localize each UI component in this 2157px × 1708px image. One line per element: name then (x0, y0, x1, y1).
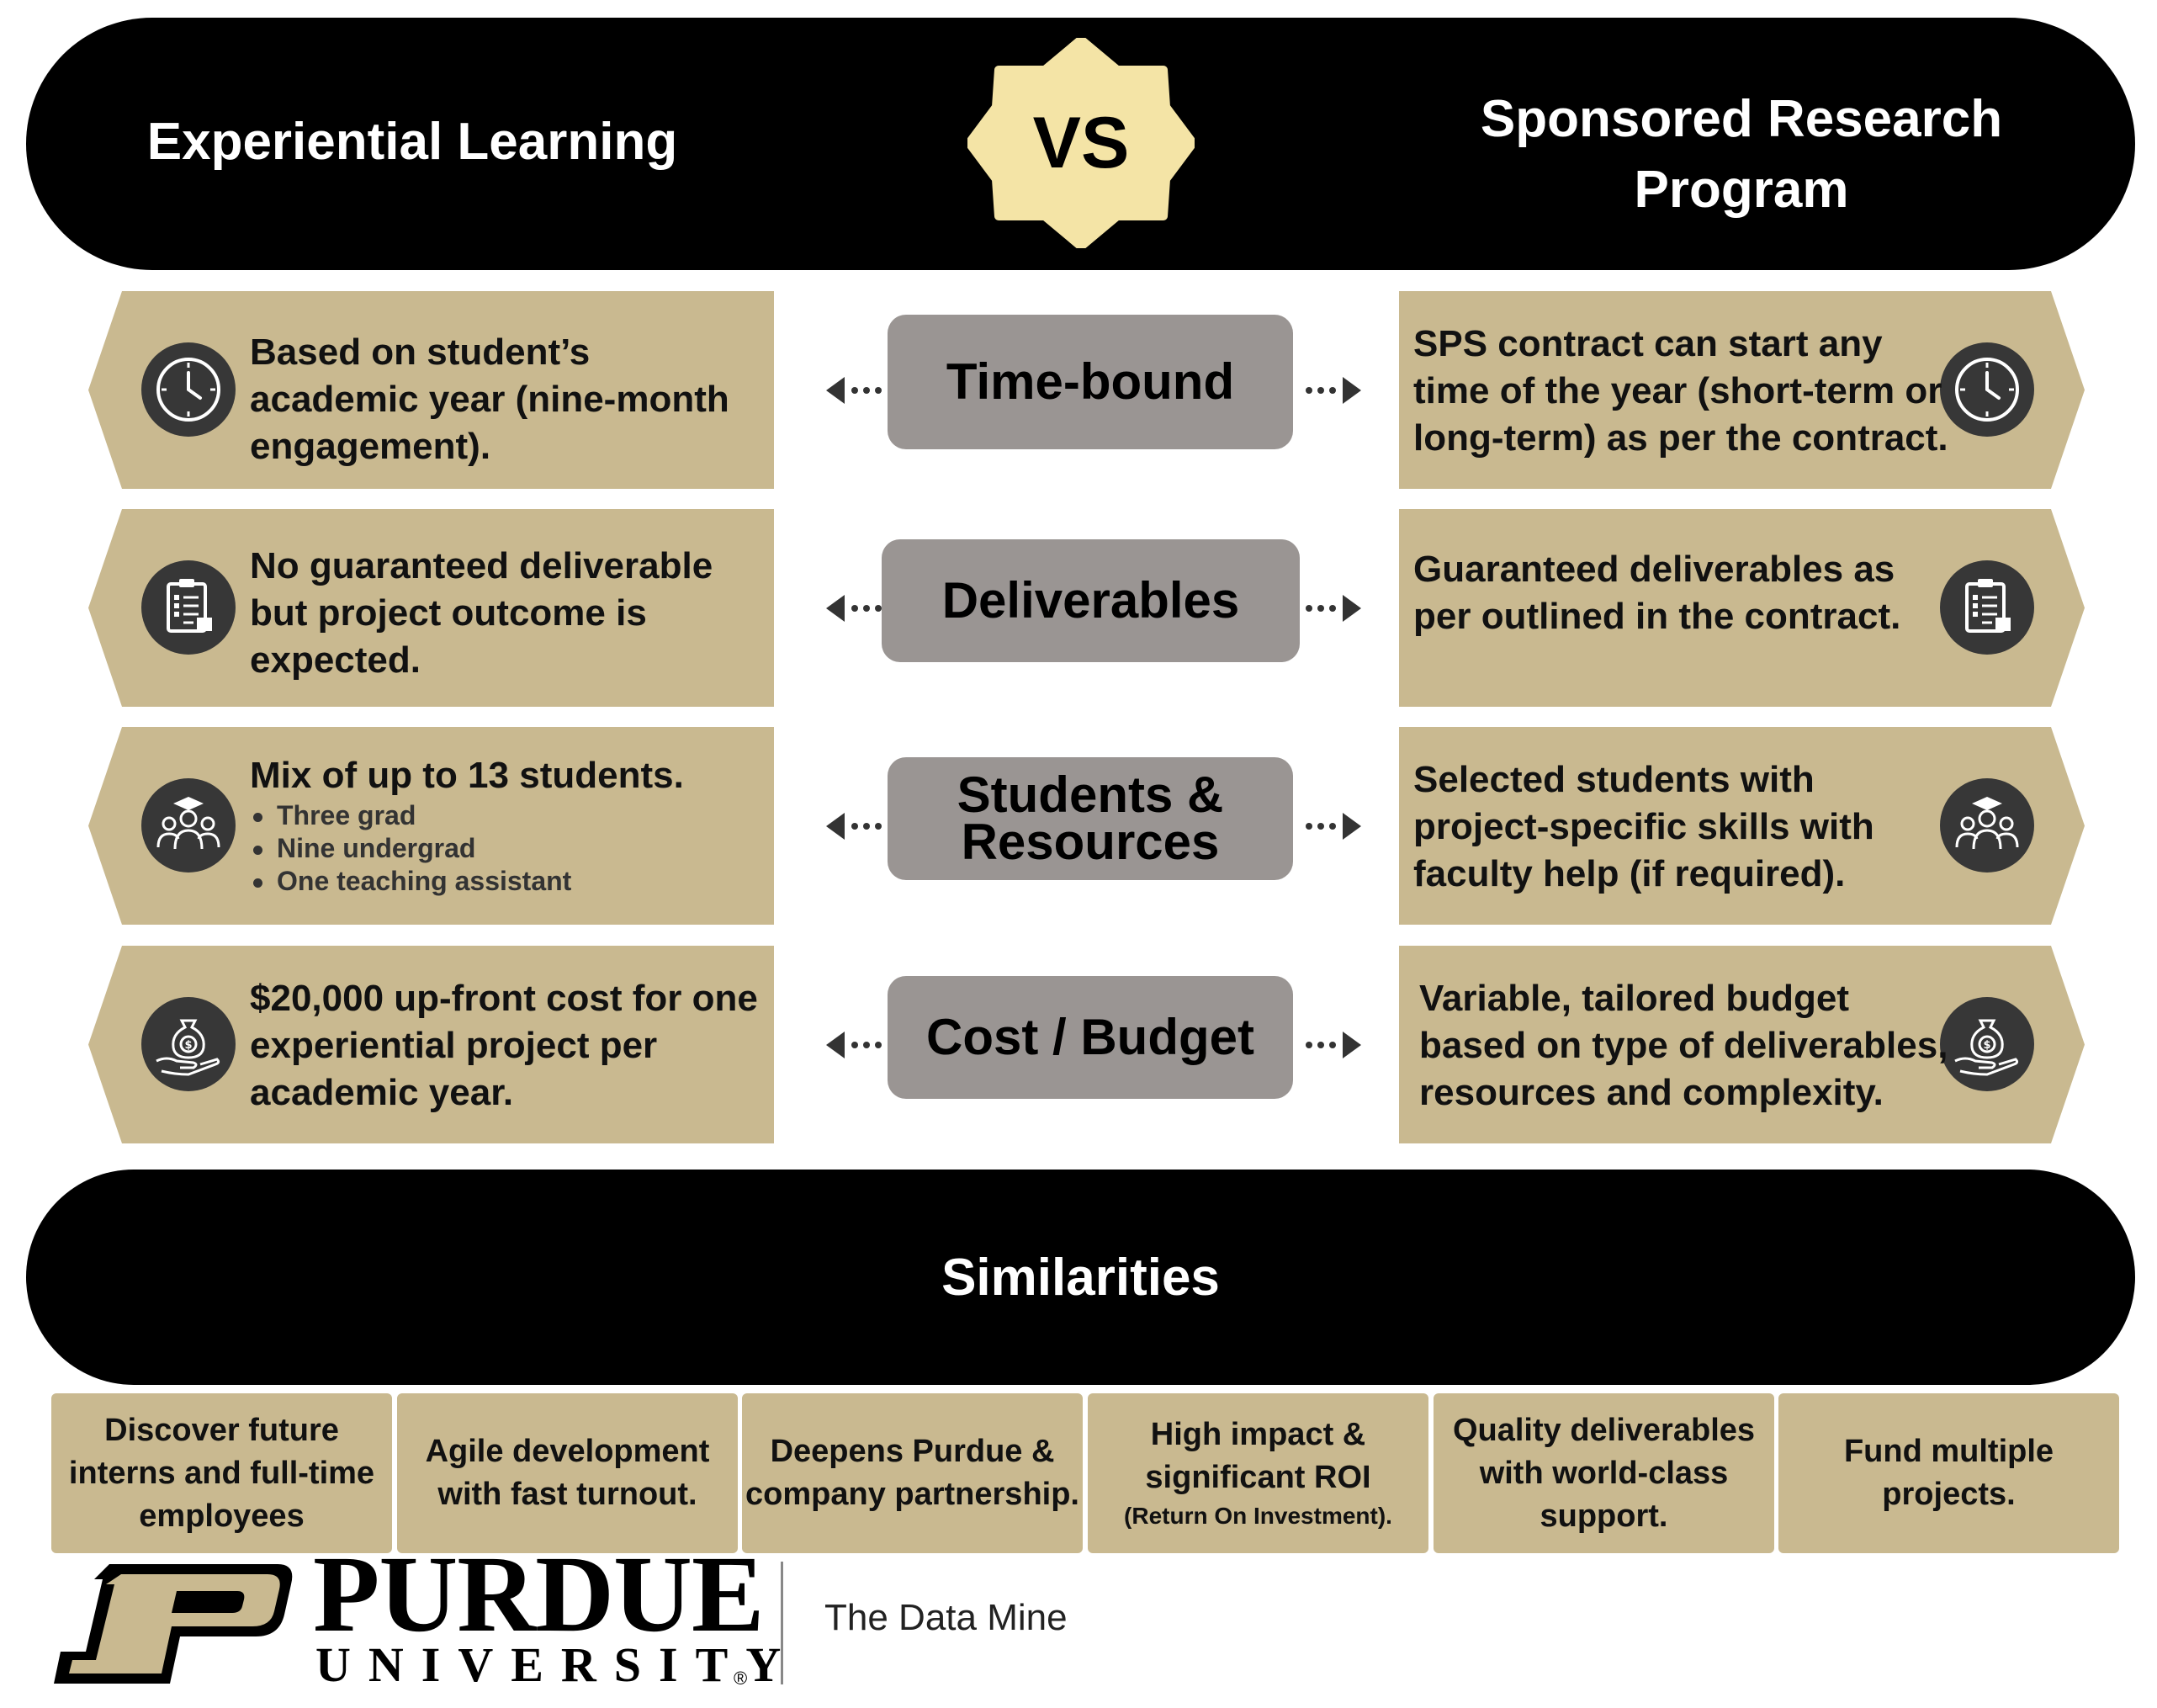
arrow-right-students (1300, 801, 1363, 851)
left-panel-deliverables: No guaranteed deliverable but project ou… (88, 509, 774, 707)
left-text-cost: $20,000 up-front cost for one experienti… (250, 978, 758, 1113)
arrow-right-deliverables (1300, 583, 1363, 634)
comparison-row-cost: $ $20,000 up-front cost for one experien… (0, 946, 2157, 1143)
bullet-ta: One teaching assistant (250, 865, 763, 898)
left-panel-students: Mix of up to 13 students. Three grad Nin… (88, 727, 774, 925)
similarity-text: Discover future interns and full-time em… (68, 1412, 375, 1534)
left-text-time: Based on student’s academic year (nine-m… (250, 332, 729, 467)
student-breakdown-list: Three grad Nine undergrad One teaching a… (250, 799, 763, 898)
similarity-item: Quality deliverables with world-class su… (1434, 1393, 1774, 1553)
arrow-left-students (824, 801, 888, 851)
similarity-text: Agile development with fast turnout. (425, 1434, 710, 1512)
department-name: The Data Mine (824, 1597, 1068, 1638)
clock-icon (141, 342, 236, 437)
similarity-item: Deepens Purdue & company partnership. (742, 1393, 1083, 1553)
arrow-right-time (1300, 365, 1363, 416)
right-title: Sponsored Research Program (1480, 90, 2003, 219)
purdue-p-logo (50, 1561, 294, 1687)
similarity-text: Deepens Purdue & company partnership. (745, 1434, 1079, 1512)
students-group-icon (1940, 778, 2034, 873)
arrow-left-time (824, 365, 888, 416)
university-wordmark: UNIVERSITY (315, 1637, 799, 1692)
right-panel-students: Selected students with project-specific … (1399, 727, 2085, 925)
vs-label: VS (1032, 102, 1130, 183)
left-title: Experiential Learning (146, 113, 678, 171)
right-text-cost: Variable, tailored budget based on type … (1419, 978, 1948, 1113)
similarity-text: Quality deliverables with world-class su… (1452, 1412, 1756, 1534)
comparison-row-students: Mix of up to 13 students. Three grad Nin… (0, 727, 2157, 925)
registered-mark: ® (734, 1668, 748, 1689)
right-panel-time: SPS contract can start any time of the y… (1399, 291, 2085, 489)
right-panel-cost: $ Variable, tailored budget based on typ… (1399, 946, 2085, 1143)
left-panel-cost: $ $20,000 up-front cost for one experien… (88, 946, 774, 1143)
comparison-row-time: Based on student’s academic year (nine-m… (0, 291, 2157, 489)
similarities-title: Similarities (941, 1248, 1220, 1307)
clipboard-checklist-icon (141, 560, 236, 655)
right-text-students: Selected students with project-specific … (1413, 759, 1874, 894)
similarity-item: Fund multiple projects. (1778, 1393, 2119, 1553)
svg-text:$: $ (1983, 1039, 1990, 1052)
left-text-students: Mix of up to 13 students. Three grad Nin… (250, 752, 763, 898)
footer-divider (781, 1562, 783, 1684)
left-text-students-main: Mix of up to 13 students. (250, 755, 684, 796)
money-bag-hand-icon: $ (141, 997, 236, 1091)
vs-badge: VS (967, 38, 1195, 248)
comparison-row-deliverables: No guaranteed deliverable but project ou… (0, 509, 2157, 707)
right-text-deliverables: Guaranteed deliverables as per outlined … (1413, 549, 1901, 637)
students-group-icon (141, 778, 236, 873)
category-cost-budget: Cost / Budget (888, 976, 1293, 1099)
bullet-grad: Three grad (250, 799, 763, 832)
right-panel-deliverables: Guaranteed deliverables as per outlined … (1399, 509, 2085, 707)
similarity-item: High impact & significant ROI (Return On… (1088, 1393, 1428, 1553)
arrow-left-deliverables (824, 583, 888, 634)
similarities-bar: Similarities (26, 1170, 2135, 1385)
arrow-right-cost (1300, 1020, 1363, 1070)
clock-icon (1940, 342, 2034, 437)
svg-text:$: $ (184, 1039, 192, 1052)
right-text-time: SPS contract can start any time of the y… (1413, 323, 1948, 459)
left-panel-time: Based on student’s academic year (nine-m… (88, 291, 774, 489)
similarity-subtext: (Return On Investment). (1124, 1503, 1392, 1529)
category-students-resources: Students & Resources (888, 757, 1293, 880)
similarity-text: High impact & significant ROI (1145, 1417, 1371, 1495)
similarity-item: Discover future interns and full-time em… (51, 1393, 392, 1553)
category-deliverables: Deliverables (882, 539, 1300, 662)
clipboard-checklist-icon (1940, 560, 2034, 655)
similarity-text: Fund multiple projects. (1843, 1434, 2054, 1512)
bullet-undergrad: Nine undergrad (250, 832, 763, 865)
arrow-left-cost (824, 1020, 888, 1070)
similarity-item: Agile development with fast turnout. (397, 1393, 738, 1553)
left-text-deliverables: No guaranteed deliverable but project ou… (250, 545, 713, 681)
similarity-text-group: High impact & significant ROI (Return On… (1088, 1414, 1428, 1533)
purdue-wordmark: PURDUE (313, 1534, 765, 1655)
category-time-bound: Time-bound (888, 315, 1293, 449)
